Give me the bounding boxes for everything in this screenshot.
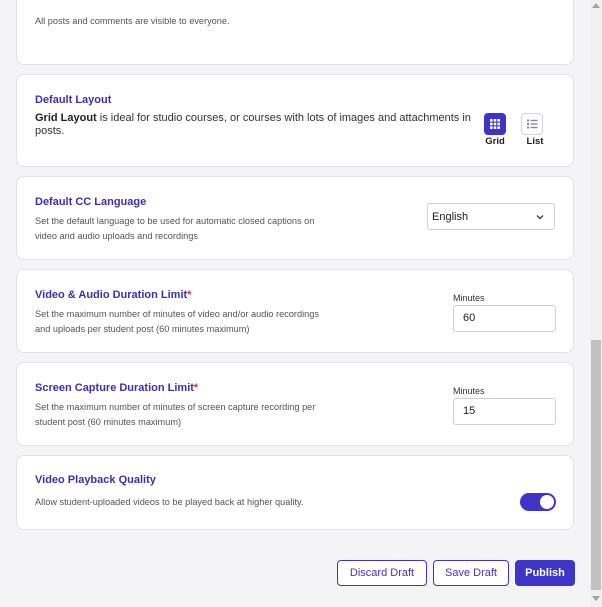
scroll-down-arrow-icon[interactable] [592, 596, 600, 601]
playback-quality-card: Video Playback Quality Allow student-upl… [16, 455, 574, 530]
required-marker: * [187, 289, 192, 301]
video-audio-limit-description: Set the maximum number of minutes of vid… [35, 309, 319, 334]
grid-layout-lead: Grid Layout [35, 112, 97, 124]
publish-button[interactable]: Publish [515, 560, 575, 586]
grid-option-label: Grid [485, 136, 505, 147]
cc-language-select[interactable]: English [427, 203, 555, 230]
visibility-description: All posts and comments are visible to ev… [35, 16, 230, 26]
video-audio-limit-card: Video & Audio Duration Limit* Set the ma… [16, 269, 574, 353]
cc-language-card: Default CC Language Set the default lang… [16, 176, 574, 260]
playback-quality-toggle[interactable] [520, 493, 556, 511]
toggle-knob [540, 495, 554, 509]
cc-language-value: English [432, 211, 469, 223]
scrollbar-thumb[interactable] [591, 340, 601, 590]
cc-language-description: Set the default language to be used for … [35, 216, 315, 241]
cc-language-title: Default CC Language [35, 196, 147, 208]
scroll-up-arrow-icon[interactable] [592, 3, 600, 8]
discard-draft-button[interactable]: Discard Draft [337, 560, 427, 586]
screen-capture-limit-description: Set the maximum number of minutes of scr… [35, 402, 316, 427]
list-layout-button[interactable] [521, 113, 543, 135]
playback-quality-description: Allow student-uploaded videos to be play… [35, 497, 304, 507]
video-audio-minutes-label: Minutes [453, 293, 485, 303]
list-option-label: List [526, 136, 544, 147]
default-layout-description: Grid Layout is ideal for studio courses,… [35, 112, 485, 138]
save-draft-button[interactable]: Save Draft [433, 560, 509, 586]
screen-capture-limit-title: Screen Capture Duration Limit* [35, 382, 198, 394]
screen-capture-limit-title-text: Screen Capture Duration Limit [35, 382, 194, 394]
playback-quality-title: Video Playback Quality [35, 474, 156, 486]
visibility-card: All posts and comments are visible to ev… [16, 0, 574, 65]
grid-layout-button[interactable] [484, 113, 506, 135]
grid-icon [490, 119, 500, 129]
video-audio-limit-title-text: Video & Audio Duration Limit [35, 289, 188, 301]
default-layout-card: Default Layout Grid Layout is ideal for … [16, 74, 574, 167]
chevron-down-icon [536, 215, 544, 220]
list-icon [527, 119, 538, 129]
video-audio-limit-title: Video & Audio Duration Limit* [35, 289, 191, 301]
default-layout-title: Default Layout [35, 94, 112, 106]
screen-capture-minutes-label: Minutes [453, 386, 485, 396]
required-marker: * [193, 382, 199, 394]
vertical-scrollbar[interactable] [590, 0, 602, 607]
video-audio-minutes-input[interactable]: 60 [453, 305, 556, 332]
screen-capture-limit-card: Screen Capture Duration Limit* Set the m… [16, 362, 574, 446]
screen-capture-minutes-input[interactable]: 15 [453, 398, 556, 425]
layout-description-text: is ideal for studio courses, or courses … [35, 112, 471, 137]
